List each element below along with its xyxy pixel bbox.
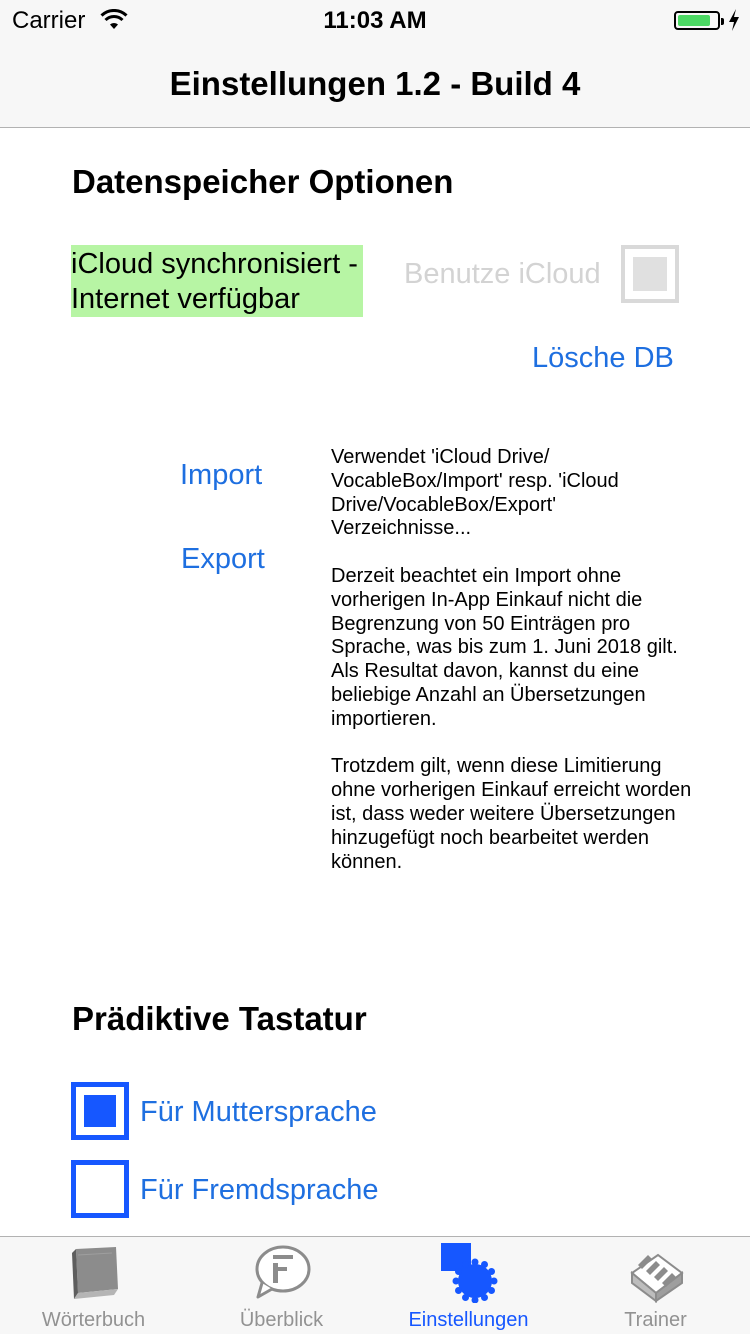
- delete-db-button[interactable]: Lösche DB: [532, 342, 674, 375]
- tab-overview[interactable]: Überblick: [188, 1237, 375, 1334]
- battery-level: [678, 15, 710, 26]
- tab-bar: Wörterbuch Überblick Einstellungen Train…: [0, 1236, 750, 1334]
- battery-tip: [721, 18, 724, 25]
- tab-trainer-label: Trainer: [624, 1309, 687, 1331]
- status-time: 11:03 AM: [323, 7, 427, 34]
- tab-dictionary-label: Wörterbuch: [41, 1309, 146, 1331]
- native-language-label[interactable]: Für Muttersprache: [140, 1096, 377, 1129]
- use-icloud-checkbox-fill: [633, 257, 667, 291]
- sync-status-badge: iCloud synchronisiert - Internet verfügb…: [71, 245, 363, 317]
- use-icloud-checkbox[interactable]: [621, 245, 679, 303]
- tab-dictionary[interactable]: Wörterbuch: [0, 1237, 187, 1334]
- card-box-icon: [629, 1253, 684, 1303]
- battery-icon: [674, 11, 724, 30]
- gear-icon: [440, 1243, 497, 1303]
- tab-overview-label: Überblick: [239, 1309, 324, 1331]
- tab-settings-label: Einstellungen: [408, 1309, 529, 1331]
- tab-settings[interactable]: Einstellungen: [375, 1237, 562, 1334]
- native-language-checkbox[interactable]: [71, 1082, 129, 1140]
- foreign-language-checkbox[interactable]: [71, 1160, 129, 1218]
- charging-bolt-icon: [729, 9, 739, 31]
- page-title: Einstellungen 1.2 - Build 4: [169, 65, 581, 102]
- foreign-language-label[interactable]: Für Fremdsprache: [140, 1174, 379, 1207]
- navigation-bar: Einstellungen 1.2 - Build 4: [0, 40, 750, 128]
- status-bar: Carrier 11:03 AM: [0, 0, 750, 40]
- keyboard-section-title: Prädiktive Tastatur: [72, 1000, 367, 1037]
- export-button[interactable]: Export: [181, 543, 265, 576]
- use-icloud-label: Benutze iCloud: [404, 258, 601, 290]
- book-icon: [71, 1247, 118, 1299]
- tab-trainer[interactable]: Trainer: [562, 1237, 749, 1334]
- import-button[interactable]: Import: [180, 459, 262, 492]
- speech-bubble-icon: [255, 1245, 310, 1299]
- import-export-info-text: Verwendet 'iCloud Drive/ VocableBox/Impo…: [331, 446, 692, 873]
- native-language-checkbox-fill: [84, 1095, 116, 1127]
- storage-section-title: Datenspeicher Optionen: [72, 163, 454, 200]
